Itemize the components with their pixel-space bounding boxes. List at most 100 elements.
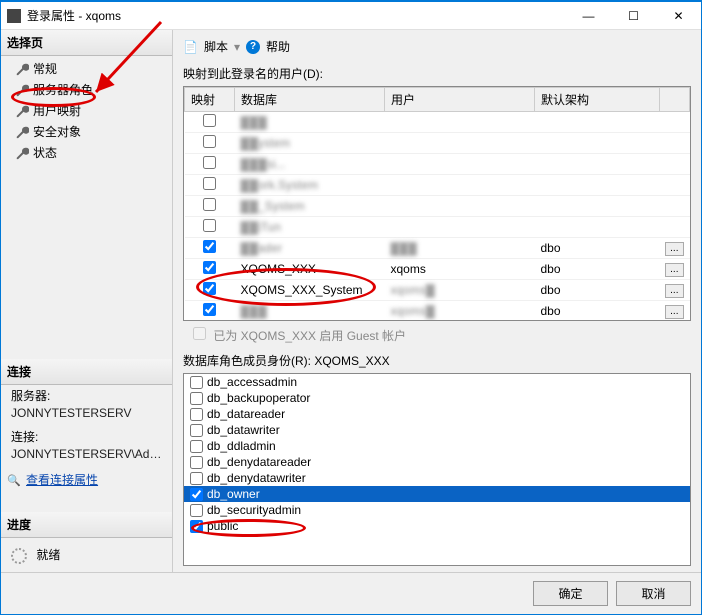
role-item[interactable]: db_denydatawriter	[184, 470, 690, 486]
db-cell: XQOMS_XXX_System	[235, 280, 385, 301]
role-item[interactable]: db_securityadmin	[184, 502, 690, 518]
mapping-label: 映射到此登录名的用户(D):	[183, 63, 691, 86]
table-row[interactable]: ▓▓▓si...	[185, 154, 690, 175]
sidebar-item-4[interactable]: 状态	[1, 142, 172, 163]
table-row[interactable]: ▓▓▓xqoms▓dbo...	[185, 301, 690, 322]
cancel-button[interactable]: 取消	[616, 581, 691, 606]
user-cell	[385, 217, 535, 238]
role-item[interactable]: db_datareader	[184, 406, 690, 422]
minimize-button[interactable]: —	[566, 2, 611, 30]
view-connection-link[interactable]: 查看连接属性	[24, 473, 98, 487]
sidebar-item-3[interactable]: 安全对象	[1, 121, 172, 142]
map-checkbox[interactable]	[203, 219, 216, 232]
connection-label: 连接:	[1, 426, 172, 447]
maximize-button[interactable]: ☐	[611, 2, 656, 30]
role-item[interactable]: db_ddladmin	[184, 438, 690, 454]
role-item[interactable]: db_datawriter	[184, 422, 690, 438]
spinner-icon	[11, 548, 27, 564]
col-user[interactable]: 用户	[385, 88, 535, 112]
table-row[interactable]: ▓▓iTun	[185, 217, 690, 238]
table-row[interactable]: ▓▓ystem	[185, 133, 690, 154]
schema-browse-button[interactable]: ...	[665, 284, 683, 298]
table-row[interactable]: ▓▓_System	[185, 196, 690, 217]
sidebar-pages: 常规服务器角色用户映射安全对象状态	[1, 56, 172, 165]
role-checkbox[interactable]	[190, 440, 203, 453]
role-checkbox[interactable]	[190, 424, 203, 437]
table-row[interactable]: ▓▓ader▓▓▓dbo...	[185, 238, 690, 259]
role-name: db_owner	[207, 487, 260, 501]
guest-label: 已为 XQOMS_XXX 启用 Guest 帐户	[213, 329, 406, 343]
role-checkbox[interactable]	[190, 504, 203, 517]
map-checkbox[interactable]	[203, 198, 216, 211]
role-item[interactable]: db_accessadmin	[184, 374, 690, 390]
role-item[interactable]: db_denydatareader	[184, 454, 690, 470]
user-cell	[385, 196, 535, 217]
user-mapping-grid[interactable]: 映射 数据库 用户 默认架构 ▓▓▓▓▓ystem▓▓▓si...▓▓ork.S…	[183, 86, 691, 321]
sidebar-item-2[interactable]: 用户映射	[1, 100, 172, 121]
schema-browse-button[interactable]: ...	[665, 242, 683, 256]
sidebar-item-label: 状态	[33, 144, 57, 161]
role-name: db_backupoperator	[207, 391, 310, 405]
col-map[interactable]: 映射	[185, 88, 235, 112]
roles-label: 数据库角色成员身份(R): XQOMS_XXX	[183, 350, 691, 373]
role-checkbox[interactable]	[190, 472, 203, 485]
toolbar: 📄 脚本 ▾ ? 帮助	[183, 36, 691, 63]
user-cell: xqoms▓	[385, 301, 535, 322]
close-button[interactable]: ✕	[656, 2, 701, 30]
table-row[interactable]: ▓▓ork.System	[185, 175, 690, 196]
role-checkbox[interactable]	[190, 376, 203, 389]
role-checkbox[interactable]	[190, 488, 203, 501]
role-item[interactable]: db_owner	[184, 486, 690, 502]
db-cell: ▓▓▓	[235, 301, 385, 322]
schema-cell	[535, 133, 660, 154]
sidebar-item-1[interactable]: 服务器角色	[1, 79, 172, 100]
map-checkbox[interactable]	[203, 156, 216, 169]
progress-status: 就绪	[1, 538, 172, 572]
sidebar-header-connection: 连接	[1, 359, 172, 385]
script-dropdown[interactable]: ▾	[234, 40, 240, 54]
db-cell: ▓▓▓	[235, 112, 385, 133]
role-list[interactable]: db_accessadmindb_backupoperatordb_datare…	[183, 373, 691, 566]
user-cell: ▓▓▓	[385, 238, 535, 259]
role-checkbox[interactable]	[190, 408, 203, 421]
map-checkbox[interactable]	[203, 261, 216, 274]
table-row[interactable]: XQOMS_XXXxqomsdbo...	[185, 259, 690, 280]
user-cell: xqoms	[385, 259, 535, 280]
map-checkbox[interactable]	[203, 282, 216, 295]
schema-browse-button[interactable]: ...	[665, 263, 683, 277]
map-checkbox[interactable]	[203, 135, 216, 148]
map-checkbox[interactable]	[203, 240, 216, 253]
wrench-icon	[15, 146, 29, 160]
db-cell: ▓▓ader	[235, 238, 385, 259]
role-checkbox[interactable]	[190, 392, 203, 405]
schema-cell	[535, 112, 660, 133]
sidebar-item-0[interactable]: 常规	[1, 58, 172, 79]
table-row[interactable]: XQOMS_XXX_Systemxqoms▓dbo...	[185, 280, 690, 301]
map-checkbox[interactable]	[203, 303, 216, 316]
role-item[interactable]: public	[184, 518, 690, 534]
app-icon	[7, 9, 21, 23]
ok-button[interactable]: 确定	[533, 581, 608, 606]
schema-cell	[535, 217, 660, 238]
script-button[interactable]: 脚本	[204, 38, 228, 55]
db-cell: ▓▓ystem	[235, 133, 385, 154]
script-icon: 📄	[183, 40, 198, 54]
role-item[interactable]: db_backupoperator	[184, 390, 690, 406]
map-checkbox[interactable]	[203, 114, 216, 127]
role-checkbox[interactable]	[190, 456, 203, 469]
table-row[interactable]: ▓▓▓	[185, 112, 690, 133]
wrench-icon	[15, 83, 29, 97]
schema-browse-button[interactable]: ...	[665, 305, 683, 319]
connection-value: JONNYTESTERSERV\Administrat	[1, 447, 172, 467]
map-checkbox[interactable]	[203, 177, 216, 190]
schema-cell: dbo	[535, 238, 660, 259]
db-cell: ▓▓_System	[235, 196, 385, 217]
role-name: db_securityadmin	[207, 503, 301, 517]
help-button[interactable]: 帮助	[266, 38, 290, 55]
role-checkbox[interactable]	[190, 520, 203, 533]
user-cell	[385, 112, 535, 133]
schema-cell	[535, 175, 660, 196]
ready-label: 就绪	[36, 548, 60, 562]
col-schema[interactable]: 默认架构	[535, 88, 660, 112]
col-database[interactable]: 数据库	[235, 88, 385, 112]
